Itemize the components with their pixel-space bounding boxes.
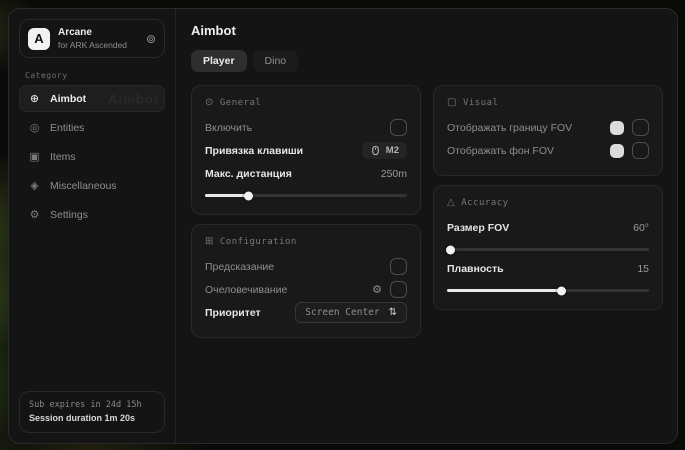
sidebar-item-label: Entities bbox=[50, 122, 84, 134]
humanize-settings-icon[interactable]: ⚙ bbox=[372, 283, 382, 296]
cheat-menu-window: A Arcane for ARK Ascended ⊚ Category ⊕ A… bbox=[8, 8, 678, 444]
aimbot-watermark: Aimbot bbox=[108, 91, 159, 106]
page-title: Aimbot bbox=[191, 23, 663, 38]
box-icon: ▣ bbox=[28, 150, 41, 163]
smoothness-label: Плавность bbox=[447, 263, 504, 275]
configuration-card: ⊞ Configuration Предсказание Очеловечива… bbox=[191, 224, 421, 338]
configuration-icon: ⊞ bbox=[205, 236, 214, 247]
sidebar-item-aimbot[interactable]: ⊕ Aimbot Aimbot bbox=[19, 85, 165, 112]
accuracy-card-title: Accuracy bbox=[461, 198, 508, 208]
priority-row: Приоритет Screen Center ⇅ bbox=[205, 301, 407, 324]
sidebar-item-entities[interactable]: ◎ Entities bbox=[19, 114, 165, 141]
enable-row: Включить bbox=[205, 116, 407, 139]
fov-size-row: Размер FOV 60° bbox=[447, 216, 649, 239]
prediction-checkbox[interactable] bbox=[390, 258, 407, 275]
prediction-row: Предсказание bbox=[205, 255, 407, 278]
visual-card-title: Visual bbox=[463, 98, 499, 108]
sidebar-nav: ⊕ Aimbot Aimbot ◎ Entities ▣ Items ◈ Mis… bbox=[19, 85, 165, 228]
keybind-label: Привязка клавиши bbox=[205, 145, 303, 157]
tab-player[interactable]: Player bbox=[191, 50, 247, 72]
fov-border-label: Отображать границу FOV bbox=[447, 122, 572, 134]
gear-icon: ⚙ bbox=[28, 208, 41, 221]
visual-icon: ▢ bbox=[447, 97, 457, 108]
keybind-row: Привязка клавиши M2 bbox=[205, 139, 407, 162]
fov-bg-row: Отображать фон FOV bbox=[447, 139, 649, 162]
sidebar-item-label: Miscellaneous bbox=[50, 180, 117, 192]
priority-label: Приоритет bbox=[205, 307, 261, 319]
general-icon: ⊙ bbox=[205, 97, 214, 108]
fov-bg-color-swatch[interactable] bbox=[610, 144, 624, 158]
humanize-label: Очеловечивание bbox=[205, 284, 287, 296]
keybind-value: M2 bbox=[386, 145, 399, 156]
crosshair-icon: ⊕ bbox=[28, 92, 41, 105]
max-distance-value: 250m bbox=[381, 168, 407, 180]
sidebar-item-label: Aimbot bbox=[50, 93, 86, 105]
brand-subtitle: for ARK Ascended bbox=[58, 40, 138, 51]
smoothness-slider[interactable] bbox=[447, 289, 649, 292]
slider-thumb[interactable] bbox=[446, 245, 455, 254]
max-distance-slider[interactable] bbox=[205, 194, 407, 197]
misc-icon: ◈ bbox=[28, 179, 41, 192]
prediction-label: Предсказание bbox=[205, 261, 274, 273]
visual-card: ▢ Visual Отображать границу FOV Отобража… bbox=[433, 85, 663, 176]
accuracy-card: △ Accuracy Размер FOV 60° Плавность bbox=[433, 185, 663, 310]
sidebar-item-miscellaneous[interactable]: ◈ Miscellaneous bbox=[19, 172, 165, 199]
sub-expiry-text: Sub expires in 24d 15h bbox=[29, 399, 155, 412]
target-icon[interactable]: ⊚ bbox=[146, 32, 156, 46]
fov-border-checkbox[interactable] bbox=[632, 119, 649, 136]
session-duration-text: Session duration 1m 20s bbox=[29, 412, 155, 426]
unfold-icon: ⇅ bbox=[389, 307, 397, 318]
enable-label: Включить bbox=[205, 122, 252, 134]
priority-value: Screen Center bbox=[305, 307, 379, 318]
sidebar-item-label: Settings bbox=[50, 209, 88, 221]
humanize-row: Очеловечивание ⚙ bbox=[205, 278, 407, 301]
main-panel: Aimbot Player Dino ⊙ General Включить bbox=[176, 9, 677, 443]
fov-size-label: Размер FOV bbox=[447, 222, 509, 234]
enable-checkbox[interactable] bbox=[390, 119, 407, 136]
max-distance-label: Макс. дистанция bbox=[205, 168, 292, 180]
mouse-icon bbox=[370, 145, 381, 156]
tab-bar: Player Dino bbox=[191, 50, 663, 72]
fov-border-row: Отображать границу FOV bbox=[447, 116, 649, 139]
fov-size-value: 60° bbox=[633, 222, 649, 234]
session-info-card: Sub expires in 24d 15h Session duration … bbox=[19, 391, 165, 433]
sidebar-item-label: Items bbox=[50, 151, 76, 163]
configuration-card-title: Configuration bbox=[220, 237, 297, 247]
cards-grid: ⊙ General Включить Привязка клавиши M2 bbox=[191, 85, 663, 338]
keybind-button[interactable]: M2 bbox=[362, 142, 407, 159]
tab-dino[interactable]: Dino bbox=[253, 50, 299, 72]
slider-thumb[interactable] bbox=[557, 286, 566, 295]
fov-bg-label: Отображать фон FOV bbox=[447, 145, 554, 157]
brand-title: Arcane bbox=[58, 27, 138, 40]
fov-bg-checkbox[interactable] bbox=[632, 142, 649, 159]
humanize-checkbox[interactable] bbox=[390, 281, 407, 298]
general-card: ⊙ General Включить Привязка клавиши M2 bbox=[191, 85, 421, 215]
brand-logo: A bbox=[28, 28, 50, 50]
scan-icon: ◎ bbox=[28, 121, 41, 134]
smoothness-row: Плавность 15 bbox=[447, 257, 649, 280]
max-distance-row: Макс. дистанция 250m bbox=[205, 162, 407, 185]
brand-card: A Arcane for ARK Ascended ⊚ bbox=[19, 19, 165, 58]
sidebar-item-settings[interactable]: ⚙ Settings bbox=[19, 201, 165, 228]
fov-border-color-swatch[interactable] bbox=[610, 121, 624, 135]
sidebar-item-items[interactable]: ▣ Items bbox=[19, 143, 165, 170]
slider-thumb[interactable] bbox=[244, 191, 253, 200]
fov-size-slider[interactable] bbox=[447, 248, 649, 251]
general-card-title: General bbox=[220, 98, 261, 108]
smoothness-value: 15 bbox=[637, 263, 649, 275]
category-label: Category bbox=[25, 71, 159, 80]
priority-dropdown[interactable]: Screen Center ⇅ bbox=[295, 302, 407, 323]
accuracy-icon: △ bbox=[447, 197, 455, 208]
sidebar: A Arcane for ARK Ascended ⊚ Category ⊕ A… bbox=[9, 9, 176, 443]
